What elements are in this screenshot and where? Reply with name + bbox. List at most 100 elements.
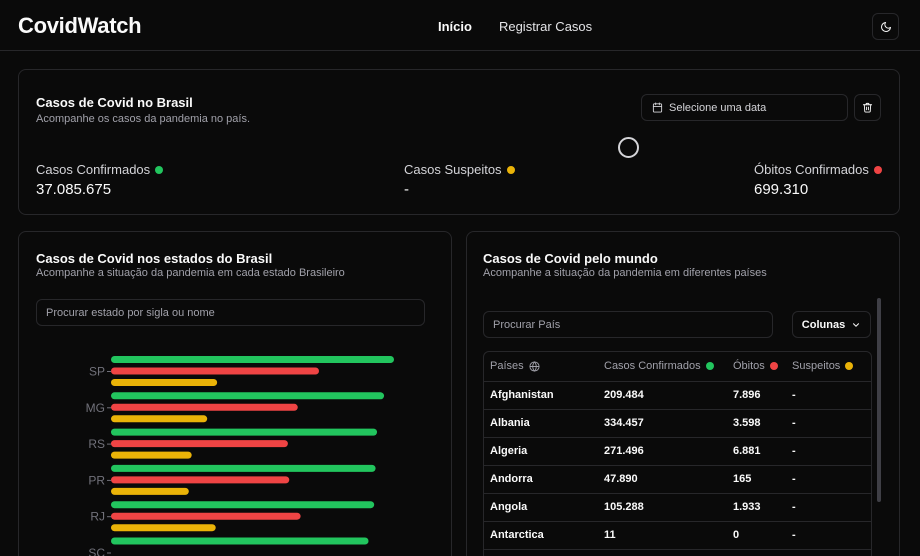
table-cell: 165 bbox=[733, 465, 792, 494]
loading-spinner-icon bbox=[618, 137, 639, 158]
countries-table: Países Casos Confirmados Óbitos Suspeito… bbox=[483, 351, 872, 556]
table-cell bbox=[733, 549, 792, 556]
green-dot-icon bbox=[155, 165, 164, 174]
table-cell: Andorra bbox=[484, 465, 604, 494]
bar-sp-0[interactable] bbox=[111, 356, 394, 363]
theme-toggle-button[interactable] bbox=[872, 13, 899, 40]
brasil-card-title: Casos de Covid no Brasil bbox=[36, 95, 193, 110]
col-header-confirmados-label: Casos Confirmados bbox=[604, 360, 701, 373]
col-header-obitos-label: Óbitos bbox=[733, 360, 765, 373]
col-header-confirmados[interactable]: Casos Confirmados bbox=[604, 352, 733, 382]
y-tick-label: PR bbox=[88, 473, 105, 487]
table-cell: - bbox=[792, 493, 871, 522]
table-cell: 271.496 bbox=[604, 437, 733, 466]
table-cell: - bbox=[792, 437, 871, 466]
table-row[interactable]: Afghanistan 209.484 7.896- bbox=[484, 381, 871, 410]
bar-pr-2[interactable] bbox=[111, 487, 189, 495]
yellow-dot-icon bbox=[845, 362, 854, 371]
red-dot-icon bbox=[769, 362, 778, 371]
stat-confirmed: Casos Confirmados 37.085.675 bbox=[36, 162, 164, 198]
brasil-card-subtitle: Acompanhe os casos da pandemia no país. bbox=[36, 113, 251, 125]
bar-sp-2[interactable] bbox=[111, 379, 218, 386]
app-logo[interactable]: CovidWatch bbox=[18, 13, 142, 39]
bar-rj-0[interactable] bbox=[111, 501, 375, 509]
table-cell bbox=[484, 549, 604, 556]
table-row[interactable] bbox=[484, 549, 871, 556]
bar-rs-1[interactable] bbox=[111, 440, 288, 448]
bar-sp-1[interactable] bbox=[111, 367, 320, 375]
bar-pr-0[interactable] bbox=[111, 464, 376, 472]
states-card-subtitle: Acompanhe a situação da pandemia em cada… bbox=[36, 267, 345, 279]
y-tick-label: RS bbox=[88, 437, 105, 451]
bar-rj-2[interactable] bbox=[111, 524, 216, 532]
world-card-subtitle: Acompanhe a situação da pandemia em dife… bbox=[483, 267, 767, 279]
table-cell: - bbox=[792, 465, 871, 494]
red-dot-icon bbox=[873, 165, 882, 174]
nav-item-registrar-casos[interactable]: Registrar Casos bbox=[499, 19, 592, 34]
date-picker-button[interactable]: Selecione uma data bbox=[641, 94, 848, 121]
date-picker-placeholder: Selecione uma data bbox=[669, 101, 767, 114]
table-scrollbar[interactable] bbox=[877, 298, 881, 502]
table-row[interactable]: Andorra 47.890 165- bbox=[484, 465, 871, 494]
table-cell: 105.288 bbox=[604, 493, 733, 522]
col-header-paises[interactable]: Países bbox=[484, 352, 604, 382]
world-card-title: Casos de Covid pelo mundo bbox=[483, 251, 658, 266]
main-nav: Início Registrar Casos bbox=[438, 19, 592, 34]
states-bar-chart: SP MG RS PR RJ SC bbox=[35, 345, 425, 556]
table-cell: 3.598 bbox=[733, 409, 792, 438]
bar-mg-1[interactable] bbox=[111, 403, 298, 411]
bar-rj-1[interactable] bbox=[111, 512, 301, 520]
nav-item-inicio[interactable]: Início bbox=[438, 19, 472, 34]
bar-pr-1[interactable] bbox=[111, 476, 290, 484]
chart-svg: SP MG RS PR RJ SC bbox=[86, 356, 394, 556]
table-row[interactable]: Albania 334.457 3.598- bbox=[484, 409, 871, 438]
table-cell: 11 bbox=[604, 521, 733, 550]
col-header-suspeitos[interactable]: Suspeitos bbox=[792, 352, 871, 382]
col-header-paises-label: Países bbox=[490, 360, 524, 373]
table-cell bbox=[604, 549, 733, 556]
table-row[interactable]: Algeria 271.496 6.881- bbox=[484, 437, 871, 466]
table-cell: 0 bbox=[733, 521, 792, 550]
calendar-icon bbox=[652, 102, 663, 113]
green-dot-icon bbox=[705, 362, 714, 371]
top-bar: CovidWatch Início Registrar Casos bbox=[0, 0, 920, 51]
bar-sc-0[interactable] bbox=[111, 537, 369, 545]
stat-suspected-label: Casos Suspeitos bbox=[404, 162, 502, 177]
stat-deaths-label: Óbitos Confirmados bbox=[754, 162, 869, 177]
columns-dropdown-button[interactable]: Colunas bbox=[792, 311, 871, 338]
table-cell: 7.896 bbox=[733, 381, 792, 410]
stat-confirmed-label: Casos Confirmados bbox=[36, 162, 151, 177]
table-cell: 209.484 bbox=[604, 381, 733, 410]
bar-mg-2[interactable] bbox=[111, 415, 208, 423]
country-search-input[interactable]: Procurar País bbox=[483, 311, 773, 338]
table-cell: Afghanistan bbox=[484, 381, 604, 410]
table-row[interactable]: Angola 105.288 1.933- bbox=[484, 493, 871, 522]
globe-icon bbox=[529, 360, 540, 372]
table-cell: - bbox=[792, 521, 871, 550]
stat-suspected: Casos Suspeitos - bbox=[404, 162, 515, 198]
table-cell: 334.457 bbox=[604, 409, 733, 438]
stat-suspected-value: - bbox=[404, 181, 409, 198]
clear-date-button[interactable] bbox=[854, 94, 881, 121]
stat-deaths-value: 699.310 bbox=[754, 181, 809, 198]
col-header-obitos[interactable]: Óbitos bbox=[733, 352, 792, 382]
stat-deaths: Óbitos Confirmados 699.310 bbox=[754, 162, 882, 198]
bar-mg-0[interactable] bbox=[111, 392, 385, 400]
trash-icon bbox=[862, 102, 873, 113]
state-search-input[interactable]: Procurar estado por sigla ou nome bbox=[36, 299, 425, 326]
bar-rs-2[interactable] bbox=[111, 451, 192, 459]
yellow-dot-icon bbox=[506, 165, 515, 174]
chevron-down-icon bbox=[853, 322, 860, 327]
table-cell: 6.881 bbox=[733, 437, 792, 466]
table-cell: - bbox=[792, 409, 871, 438]
table-row[interactable]: Antarctica 11 0- bbox=[484, 521, 871, 550]
y-tick-label: SP bbox=[89, 365, 105, 379]
bar-rs-0[interactable] bbox=[111, 428, 378, 436]
table-cell: 1.933 bbox=[733, 493, 792, 522]
y-tick-label: MG bbox=[86, 401, 105, 415]
y-tick-label: RJ bbox=[90, 510, 105, 524]
col-header-suspeitos-label: Suspeitos bbox=[792, 360, 841, 373]
table-cell: Algeria bbox=[484, 437, 604, 466]
table-cell: - bbox=[792, 381, 871, 410]
moon-icon bbox=[880, 21, 891, 32]
